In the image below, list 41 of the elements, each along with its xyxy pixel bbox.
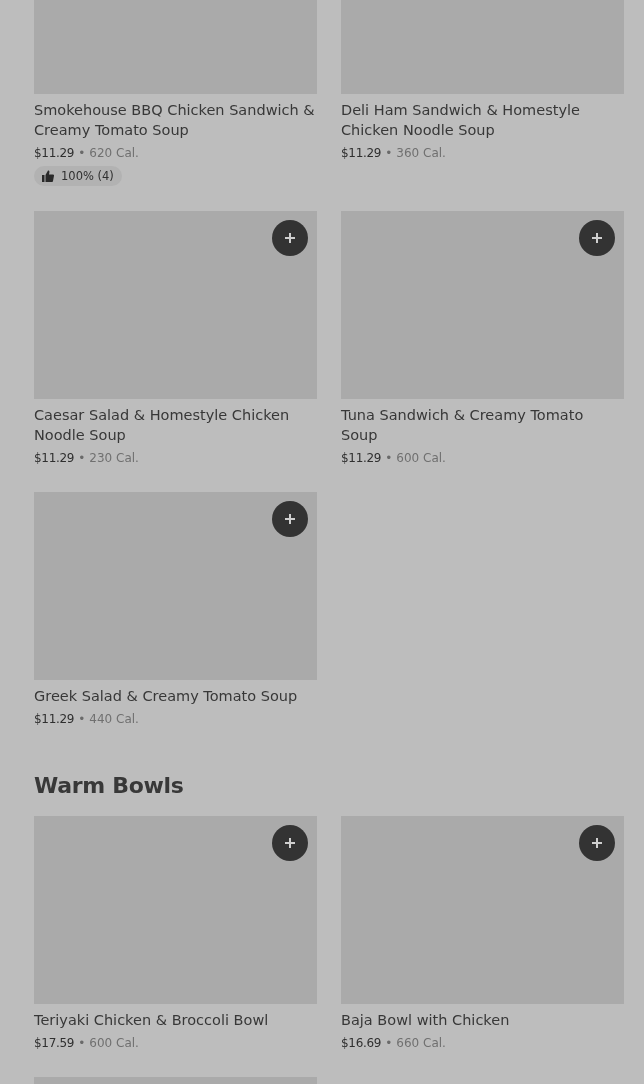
separator-dot: • <box>78 711 86 728</box>
separator-dot: • <box>78 1035 86 1052</box>
dish-name: Deli Ham Sandwich & Homestyle Chicken Noodle Soup <box>341 101 581 140</box>
add-button[interactable] <box>579 825 615 861</box>
separator-dot: • <box>78 145 86 162</box>
calories: 600 Cal. <box>89 1035 139 1052</box>
calories: 620 Cal. <box>89 145 139 162</box>
dish-name: Teriyaki Chicken & Broccoli Bowl <box>34 1011 270 1030</box>
plus-icon <box>591 232 603 244</box>
separator-dot: • <box>385 1035 393 1052</box>
price: $11.29 <box>34 450 75 467</box>
dish-name: Caesar Salad & Homestyle Chicken Noodle Soup <box>34 406 291 445</box>
add-button[interactable] <box>272 220 308 256</box>
calories: 600 Cal. <box>396 450 446 467</box>
rating-badge: 100% (4) <box>34 166 122 186</box>
separator-dot: • <box>385 145 393 162</box>
separator-dot: • <box>385 450 393 467</box>
price: $11.29 <box>341 145 382 162</box>
price: $17.59 <box>34 1035 75 1052</box>
thumbs-up-icon <box>42 170 54 182</box>
plus-icon <box>591 837 603 849</box>
dish-name: Tuna Sandwich & Creamy Tomato Soup <box>341 406 585 445</box>
dish-name: Baja Bowl with Chicken <box>341 1011 511 1030</box>
price: $11.29 <box>34 145 75 162</box>
plus-icon <box>284 232 296 244</box>
add-button[interactable] <box>272 501 308 537</box>
calories: 230 Cal. <box>89 450 139 467</box>
separator-dot: • <box>78 450 86 467</box>
plus-icon <box>284 837 296 849</box>
calories: 360 Cal. <box>396 145 446 162</box>
add-button[interactable] <box>272 825 308 861</box>
price: $16.69 <box>341 1035 382 1052</box>
plus-icon <box>284 513 296 525</box>
dish-name: Greek Salad & Creamy Tomato Soup <box>34 687 299 706</box>
price: $11.29 <box>341 450 382 467</box>
dish-name: Smokehouse BBQ Chicken Sandwich & Creamy Tomato Soup <box>34 101 316 140</box>
section-heading: Warm Bowls <box>34 772 185 800</box>
calories: 660 Cal. <box>396 1035 446 1052</box>
calories: 440 Cal. <box>89 711 139 728</box>
add-button[interactable] <box>579 220 615 256</box>
price: $11.29 <box>34 711 75 728</box>
